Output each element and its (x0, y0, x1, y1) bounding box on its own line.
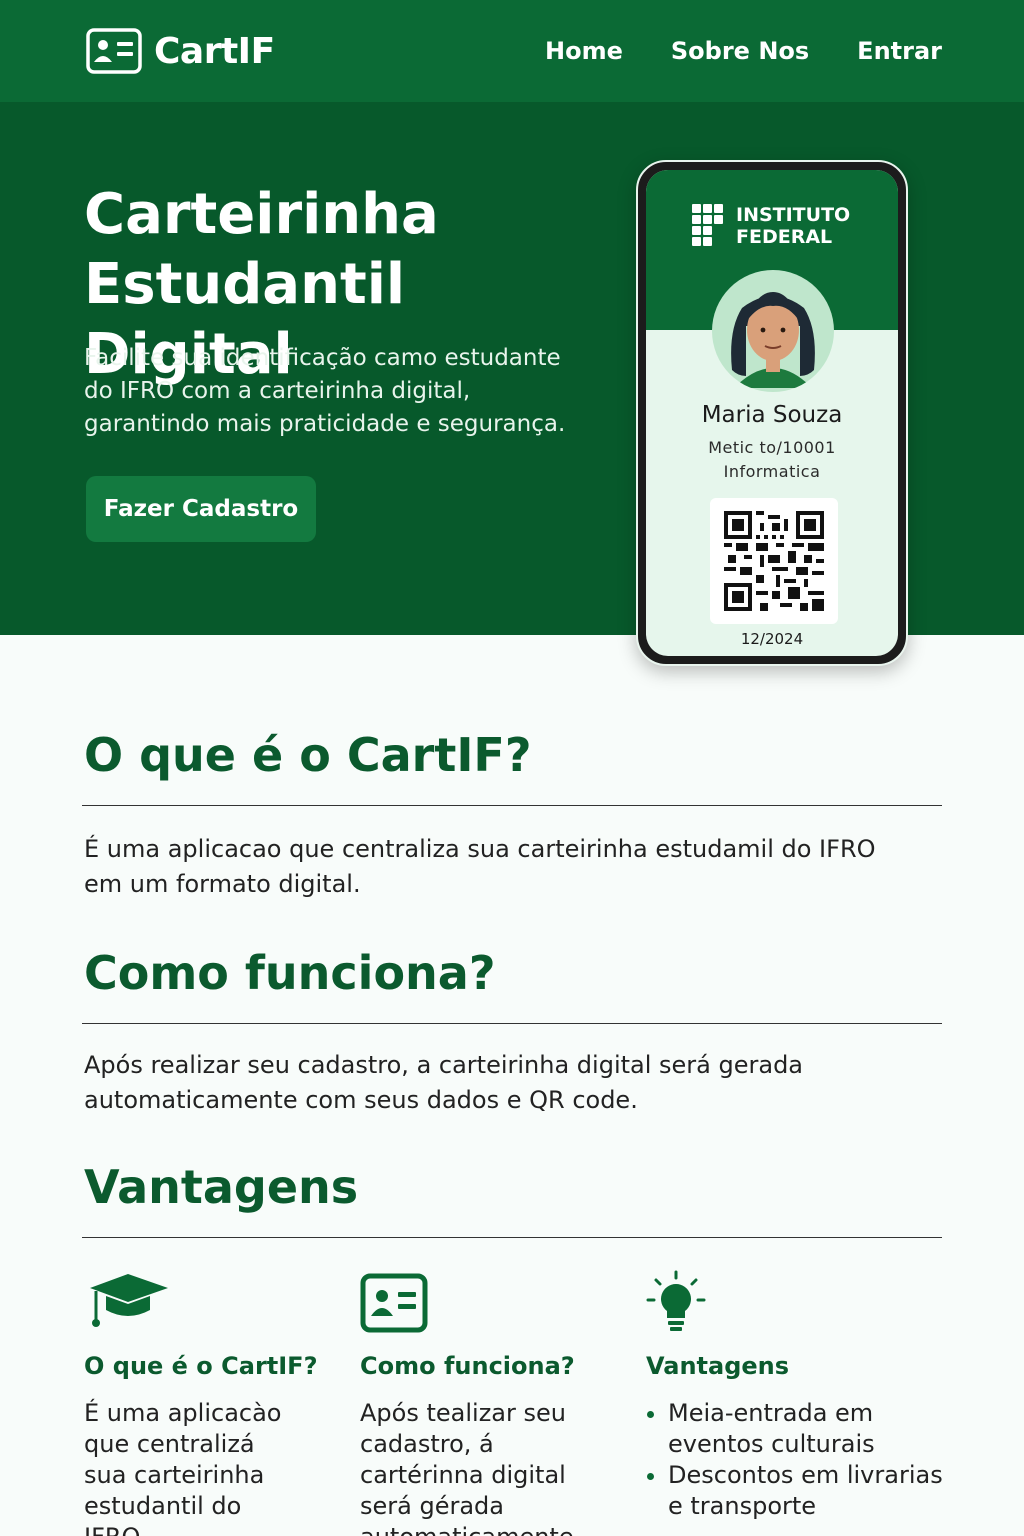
divider (82, 1023, 942, 1024)
brand[interactable]: CartIF (86, 28, 275, 74)
feature-card-what: O que é o CartIF? É uma aplicacào que ce… (84, 1270, 354, 1536)
advantages-list: Meia-entrada em eventos culturais Descon… (646, 1398, 946, 1522)
id-card-icon (360, 1273, 428, 1333)
student-id: Metic to/10001 (708, 438, 836, 457)
id-card-icon (86, 28, 142, 74)
brand-name: CartIF (154, 30, 275, 72)
student-course: Informatica (723, 462, 821, 481)
feature-card-how: Como funciona? Após tealizar seu cadastr… (360, 1270, 630, 1536)
feature-title-how: Como funciona? (360, 1352, 575, 1380)
feature-card-advantages: Vantagens Meia-entrada em eventos cultur… (646, 1270, 943, 1522)
nav-home[interactable]: Home (545, 37, 623, 65)
institution-header: INSTITUTO FEDERAL (692, 204, 854, 248)
card-expiry-date: 12/2024 (740, 630, 804, 648)
avatar (712, 270, 834, 392)
divider (82, 805, 942, 806)
section-title-how: Como funciona? (84, 946, 496, 1000)
phone-mockup: INSTITUTO FEDERAL Maria Souza Metic to/1… (636, 160, 908, 666)
main-nav: Home Sobre Nos Entrar (545, 37, 942, 65)
feature-title-what: O que é o CartIF? (84, 1352, 318, 1380)
section-title-what: O que é o CartIF? (84, 728, 532, 782)
feature-text-how: Após tealizar seu cadastro, á cartérinna… (360, 1399, 574, 1536)
qr-code (710, 498, 838, 624)
digital-id-card: INSTITUTO FEDERAL Maria Souza Metic to/1… (646, 170, 898, 656)
feature-title-advantages: Vantagens (646, 1352, 790, 1380)
signup-button[interactable]: Fazer Cadastro (86, 476, 316, 542)
hero-subtitle: Facilite sua identificação camo estudant… (84, 345, 566, 437)
student-name: Maria Souza (701, 402, 843, 428)
section-text-how: Após realizar seu cadastro, a carteirinh… (84, 1051, 804, 1114)
lightbulb-icon (646, 1270, 706, 1331)
list-item: Descontos em livrarias e transporte (668, 1460, 946, 1522)
section-title-advantages: Vantagens (84, 1160, 359, 1214)
graduation-cap-icon (90, 1274, 168, 1327)
nav-login[interactable]: Entrar (857, 37, 942, 65)
top-navbar: CartIF Home Sobre Nos Entrar (0, 0, 1024, 102)
feature-text-what: É uma aplicacào que centralizá sua carte… (84, 1399, 282, 1536)
divider (82, 1237, 942, 1238)
section-text-what: É uma aplicacao que centraliza sua carte… (84, 835, 876, 898)
institute-logo-icon (692, 204, 723, 246)
list-item: Meia-entrada em eventos culturais (668, 1398, 946, 1460)
institution-name: INSTITUTO FEDERAL (736, 204, 851, 248)
nav-about[interactable]: Sobre Nos (671, 37, 809, 65)
